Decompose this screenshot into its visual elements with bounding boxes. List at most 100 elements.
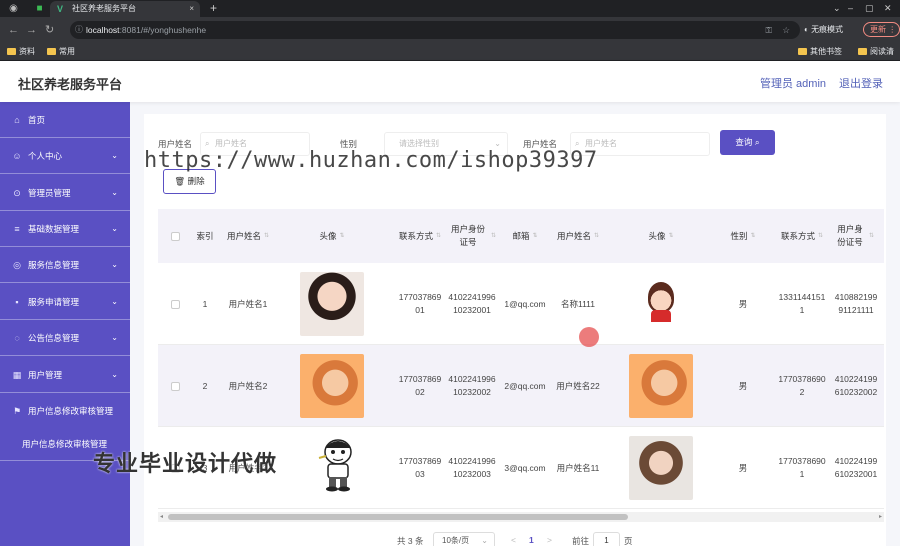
chevron-down-icon: ⌄ — [111, 151, 118, 160]
cell-email: 2@qq.com — [504, 380, 546, 391]
incognito-icon: ◐ — [804, 25, 812, 34]
column-header[interactable]: 用户姓名 ⇅ — [554, 209, 602, 263]
sidebar: ⌂ 首页 ☺ 个人中心 ⌄ ⊙ 管理员管理 ⌄ ≡ 基础数据管理 ⌄ ◎ 服务信… — [0, 102, 130, 546]
query-button[interactable]: 查询 ⌕ — [720, 130, 775, 155]
sidebar-item-users[interactable]: ▦ 用户管理 ⌄ — [0, 357, 130, 393]
sort-icon[interactable]: ⇅ — [264, 230, 269, 243]
logout-link[interactable]: 退出登录 — [839, 75, 883, 91]
sidebar-item-home[interactable]: ⌂ 首页 — [0, 102, 130, 138]
sort-icon[interactable]: ⇅ — [668, 230, 673, 243]
sheet-tab-icon[interactable]: ■ — [34, 3, 45, 14]
sort-icon[interactable]: ⇅ — [436, 230, 441, 243]
horizontal-scrollbar[interactable]: ◂ ▸ — [158, 512, 884, 522]
reload-icon[interactable]: ↻ — [45, 23, 54, 37]
search-input-username[interactable]: ⌕ 用户姓名 — [200, 132, 310, 156]
update-label: 更新 — [870, 25, 886, 34]
page-size-select[interactable]: 10条/页 ⌄ — [433, 532, 495, 546]
key-icon[interactable]: ⚿ — [766, 21, 772, 39]
column-header[interactable]: 用户身份证号 ⇅ — [448, 209, 496, 263]
row-checkbox[interactable] — [170, 381, 180, 391]
sidebar-item-notice[interactable]: ◌ 公告信息管理 ⌄ — [0, 320, 130, 356]
new-tab-button[interactable]: + — [210, 0, 217, 17]
update-button[interactable]: 更新 ⋮ — [863, 22, 900, 37]
cell-gender: 男 — [738, 380, 748, 391]
sidebar-item-service-request[interactable]: ▪ 服务申请管理 ⌄ — [0, 284, 130, 320]
flag-icon: ⚑ — [12, 406, 22, 416]
column-header[interactable]: 头像 ⇅ — [613, 209, 709, 263]
column-header[interactable]: 联系方式 ⇅ — [778, 209, 826, 263]
avatar-image — [300, 272, 364, 336]
tab-search-icon[interactable]: ⌄ — [833, 0, 841, 17]
avatar-cartoon-image — [629, 272, 693, 336]
column-header[interactable]: 联系方式 ⇅ — [398, 209, 442, 263]
sidebar-item-label: 首页 — [28, 115, 46, 125]
admin-user-link[interactable]: 管理员 admin — [760, 75, 826, 91]
back-icon[interactable]: ← — [8, 23, 19, 37]
tab-close-icon[interactable]: × — [189, 1, 194, 17]
sort-icon[interactable]: ⇅ — [532, 230, 537, 243]
site-info-icon[interactable]: ⓘ — [75, 21, 83, 39]
prev-page-button[interactable]: < — [511, 535, 516, 545]
sort-icon[interactable]: ⇅ — [339, 230, 344, 243]
sidebar-item-label: 公告信息管理 — [28, 333, 80, 343]
scrollbar-thumb[interactable] — [168, 514, 628, 520]
next-page-button[interactable]: > — [547, 535, 552, 545]
column-title: 用户身份证号 — [450, 224, 485, 247]
mouse-cursor-highlight — [579, 327, 599, 347]
scroll-left-icon[interactable]: ◂ — [160, 512, 163, 522]
bookmark-star-icon[interactable]: ☆ — [782, 21, 790, 39]
maximize-icon[interactable]: ▢ — [865, 0, 874, 17]
avatar-image — [629, 354, 693, 418]
cell-phone: 17703786902 — [398, 374, 442, 397]
column-title: 用户姓名 — [556, 230, 591, 241]
table-row[interactable]: 2 用户姓名2 17703786902 410224199610232002 2… — [158, 345, 884, 427]
column-header[interactable]: 用户身份证号 ⇅ — [834, 209, 874, 263]
sort-icon[interactable]: ⇅ — [491, 230, 496, 243]
sort-icon[interactable]: ⇅ — [818, 230, 823, 243]
forward-icon[interactable]: → — [26, 23, 37, 37]
table-row[interactable]: 1 用户姓名1 17703786901 410224199610232001 1… — [158, 263, 884, 345]
bookmark-folder[interactable]: 其他书签 — [798, 43, 842, 61]
window-close-icon[interactable]: ✕ — [884, 0, 892, 17]
sort-icon[interactable]: ⇅ — [594, 230, 599, 243]
minimize-icon[interactable]: – — [848, 0, 853, 17]
column-header[interactable]: 用户姓名 ⇅ — [226, 209, 270, 263]
page-number-current[interactable]: 1 — [529, 535, 534, 545]
incognito-indicator[interactable]: ◐ 无痕模式 — [804, 23, 843, 37]
column-header[interactable]: 头像 ⇅ — [284, 209, 380, 263]
sidebar-item-user-info-audit[interactable]: ⚑ 用户信息修改审核管理 — [0, 393, 130, 429]
row-checkbox[interactable] — [170, 299, 180, 309]
cell-gender: 男 — [738, 298, 748, 309]
select-all-checkbox[interactable] — [170, 231, 180, 241]
scroll-right-icon[interactable]: ▸ — [879, 512, 882, 522]
column-header[interactable]: 性别 ⇅ — [723, 209, 763, 263]
bookmark-folder[interactable]: 资料 — [7, 43, 35, 61]
sidebar-item-basic-data[interactable]: ≡ 基础数据管理 ⌄ — [0, 211, 130, 247]
browser-menu-icon[interactable]: ◉ — [8, 3, 19, 14]
cell-phone-2: 13311441511 — [778, 292, 826, 315]
search-icon: ⌕ — [205, 139, 210, 148]
select-all-checkbox-cell[interactable] — [164, 209, 186, 263]
app-title: 社区养老服务平台 — [18, 77, 123, 92]
sidebar-item-service-info[interactable]: ◎ 服务信息管理 ⌄ — [0, 247, 130, 283]
address-bar[interactable]: ⓘ localhost:8081/#/yonghushenhe ⚿ ☆ — [70, 21, 800, 39]
goto-page-input[interactable]: 1 — [593, 532, 620, 546]
sidebar-item-personal-center[interactable]: ☺ 个人中心 ⌄ — [0, 138, 130, 174]
cell-id-card-2: 410224199610232001 — [834, 456, 878, 479]
delete-button[interactable]: 🗑︎ 删除 — [163, 169, 216, 194]
bookmark-folder[interactable]: 常用 — [47, 43, 75, 61]
sort-icon[interactable]: ⇅ — [750, 230, 755, 243]
row-checkbox-cell[interactable] — [164, 345, 186, 427]
gender-select[interactable]: 请选择性别 ⌄ — [384, 132, 508, 156]
goto-label: 前往 — [572, 536, 590, 546]
column-header[interactable]: 邮箱 ⇅ — [504, 209, 546, 263]
row-checkbox-cell[interactable] — [164, 263, 186, 345]
browser-tab-active[interactable]: V 社区养老服务平台 × — [50, 1, 200, 17]
sort-icon[interactable]: ⇅ — [869, 230, 874, 243]
cell-id-card: 410224199610232001 — [448, 292, 496, 315]
cell-id-card-2: 41088219991121111 — [834, 292, 878, 315]
search-input-username-2[interactable]: ⌕ 用户姓名 — [570, 132, 710, 156]
cell-phone: 17703786903 — [398, 456, 442, 479]
column-title: 联系方式 — [398, 230, 433, 241]
sidebar-item-admin-management[interactable]: ⊙ 管理员管理 ⌄ — [0, 175, 130, 211]
